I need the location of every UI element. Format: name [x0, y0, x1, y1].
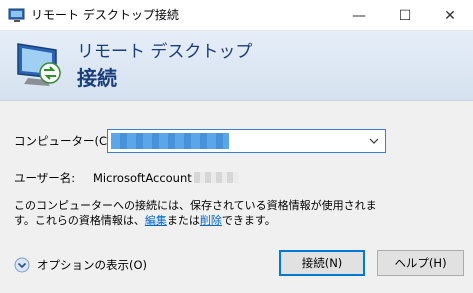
credentials-info: このコンピューターへの接続には、保存されている資格情報が使用されま す。これらの… — [14, 198, 454, 228]
info-line2-suffix: できます。 — [221, 214, 276, 227]
help-button-label: ヘルプ(H) — [394, 256, 447, 270]
edit-link[interactable]: 編集 — [145, 214, 167, 227]
header-banner: リモート デスクトップ 接続 — [0, 31, 473, 101]
minimize-icon: — — [352, 7, 366, 24]
banner-title-line1: リモート デスクトップ — [77, 42, 253, 62]
title-bar: リモート デスクトップ接続 — ☐ ✕ — [0, 0, 473, 31]
info-line2-middle: または — [166, 214, 200, 227]
help-button[interactable]: ヘルプ(H) — [377, 250, 464, 276]
chevron-down-circle-icon — [14, 257, 30, 273]
close-icon: ✕ — [444, 7, 456, 24]
remote-desktop-app-icon — [8, 8, 25, 22]
info-line2-prefix: す。これらの資格情報は、 — [14, 214, 145, 227]
maximize-button[interactable]: ☐ — [382, 0, 428, 31]
user-name-text: MicrosoftAccount — [93, 171, 192, 185]
user-redaction — [193, 172, 238, 183]
show-options-label: オプションの表示(O) — [37, 258, 148, 272]
show-options-toggle[interactable]: オプションの表示(O) — [14, 256, 147, 274]
user-value: MicrosoftAccount — [93, 170, 238, 186]
info-line1: このコンピューターへの接続には、保存されている資格情報が使用されま — [14, 199, 377, 212]
close-button[interactable]: ✕ — [427, 0, 473, 31]
connect-button-label: 接続(N) — [301, 256, 343, 270]
maximize-icon: ☐ — [398, 7, 412, 24]
connect-button[interactable]: 接続(N) — [279, 250, 365, 276]
minimize-button[interactable]: — — [336, 0, 382, 31]
computer-value-redacted: redacted — [111, 133, 229, 149]
user-label: ユーザー名: — [14, 171, 76, 185]
remote-desktop-icon — [17, 43, 61, 86]
window-title: リモート デスクトップ接続 — [31, 8, 179, 22]
computer-combobox[interactable]: redacted — [107, 129, 386, 153]
chevron-down-icon[interactable] — [367, 133, 381, 149]
computer-label: コンピューター(C): — [14, 134, 116, 148]
delete-link[interactable]: 削除 — [200, 214, 222, 227]
info-line2: す。これらの資格情報は、編集または削除できます。 — [14, 213, 454, 228]
banner-title-line2: 接続 — [77, 66, 117, 90]
